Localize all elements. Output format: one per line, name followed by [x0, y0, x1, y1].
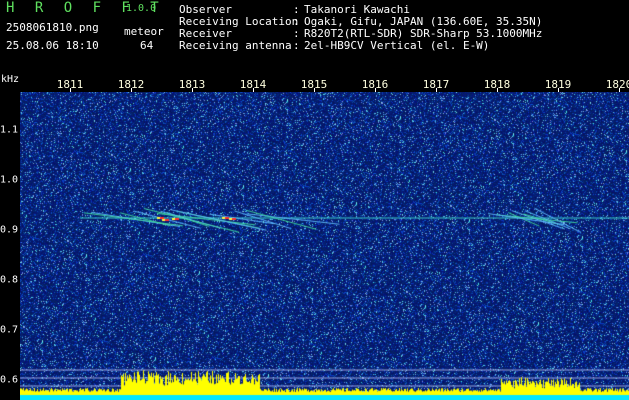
freq-axis: 1.1 1.0 0.9 0.8 0.7 0.6	[0, 92, 20, 400]
freq-label: 0.8	[0, 274, 19, 286]
echo-count: 64	[140, 39, 154, 52]
app-version: 1.0.0	[126, 3, 157, 14]
antenna-label: Receiving antenna	[179, 39, 292, 52]
minute-label: 1820	[605, 78, 629, 91]
freq-label: 1.0	[0, 174, 19, 186]
colon: :	[293, 39, 300, 52]
header-panel: H R O F F T 1.0.0 2508061810.png 25.08.0…	[0, 0, 629, 70]
freq-label: 0.7	[0, 324, 19, 336]
mode-label: meteor	[124, 25, 164, 38]
freq-unit-label: kHz	[1, 74, 20, 85]
time-axis: kHz 1811 1812 1813 1814 1815 1816 1817 1818 1819…	[0, 70, 629, 92]
freq-label: 0.6	[0, 374, 19, 386]
spectrogram-canvas	[20, 92, 629, 400]
freq-label: 1.1	[0, 124, 19, 136]
freq-label: 0.9	[0, 224, 19, 236]
datetime-label: 25.08.06 18:10	[6, 39, 99, 52]
filename-label: 2508061810.png	[6, 21, 99, 34]
antenna-value: 2el-HB9CV Vertical (el. E-W)	[304, 39, 490, 52]
